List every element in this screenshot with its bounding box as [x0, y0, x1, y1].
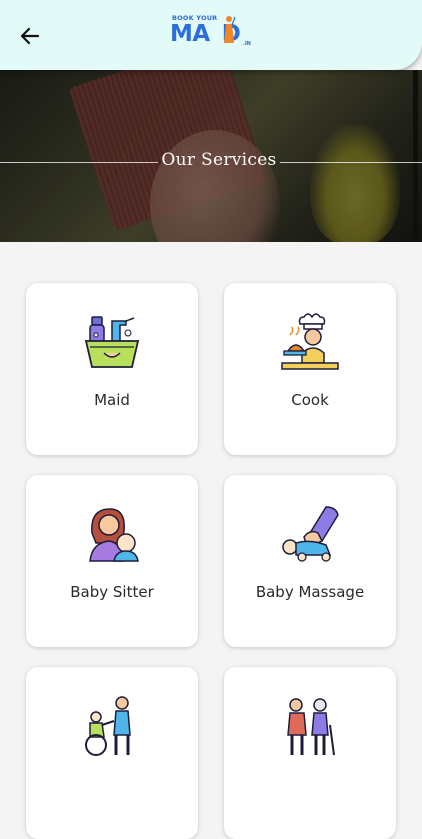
elderly-care-icon	[287, 698, 335, 756]
back-button[interactable]	[18, 24, 42, 48]
service-label: Cook	[291, 391, 329, 409]
arrow-left-icon	[20, 27, 40, 45]
service-card-cook[interactable]: Cook	[224, 283, 396, 455]
services-banner: Our Services	[0, 70, 422, 242]
service-card-baby-massage[interactable]: Baby Massage	[224, 475, 396, 647]
service-label: Maid	[94, 391, 130, 409]
logo-suffix: .IN	[243, 41, 251, 47]
service-card-wheelchair-care[interactable]	[26, 667, 198, 839]
logo-maid-figure-icon	[224, 16, 236, 43]
banner-title: Our Services	[161, 150, 277, 170]
chef-icon	[281, 313, 339, 370]
mother-baby-icon	[89, 508, 139, 562]
service-label: Baby Massage	[255, 583, 365, 601]
service-label: Baby Sitter	[70, 583, 154, 601]
cleaning-basket-icon	[84, 316, 140, 368]
service-card-baby-sitter[interactable]: Baby Sitter	[26, 475, 198, 647]
service-card-elderly-care[interactable]	[224, 667, 396, 839]
service-card-maid[interactable]: Maid	[26, 283, 198, 455]
baby-massage-icon	[282, 506, 339, 562]
brand-logo: BOOK YOUR MAD .IN	[170, 12, 260, 56]
app-header: BOOK YOUR MAD .IN	[0, 0, 422, 70]
wheelchair-caregiver-icon	[85, 696, 131, 756]
logo-main-left: MA	[170, 21, 210, 47]
